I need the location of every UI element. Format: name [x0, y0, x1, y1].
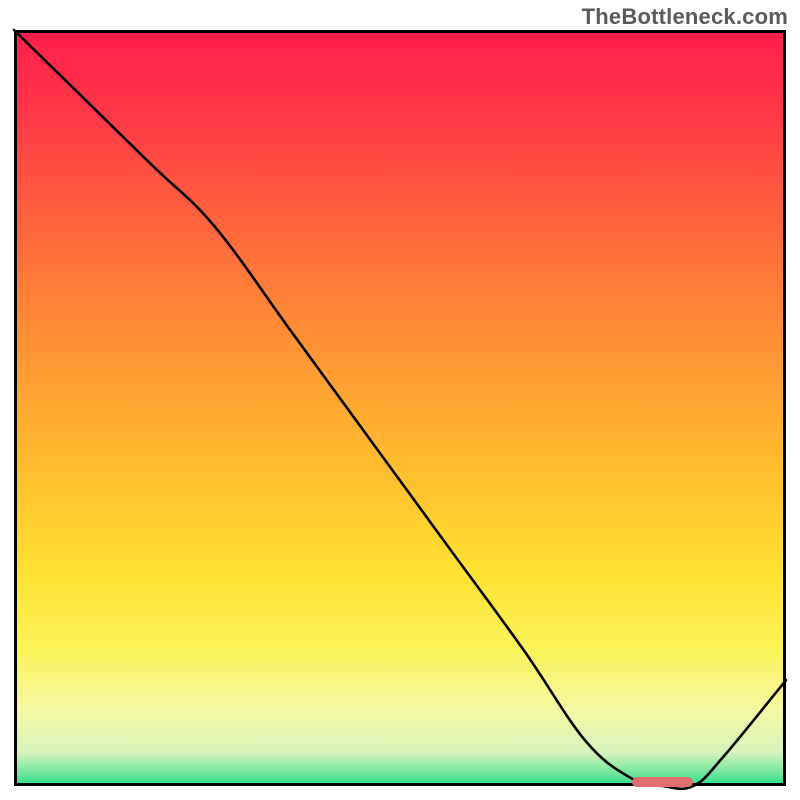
watermark-text: TheBottleneck.com	[582, 4, 788, 30]
chart-svg	[0, 0, 800, 800]
chart-container: TheBottleneck.com	[0, 0, 800, 800]
optimal-range-marker	[632, 777, 694, 787]
